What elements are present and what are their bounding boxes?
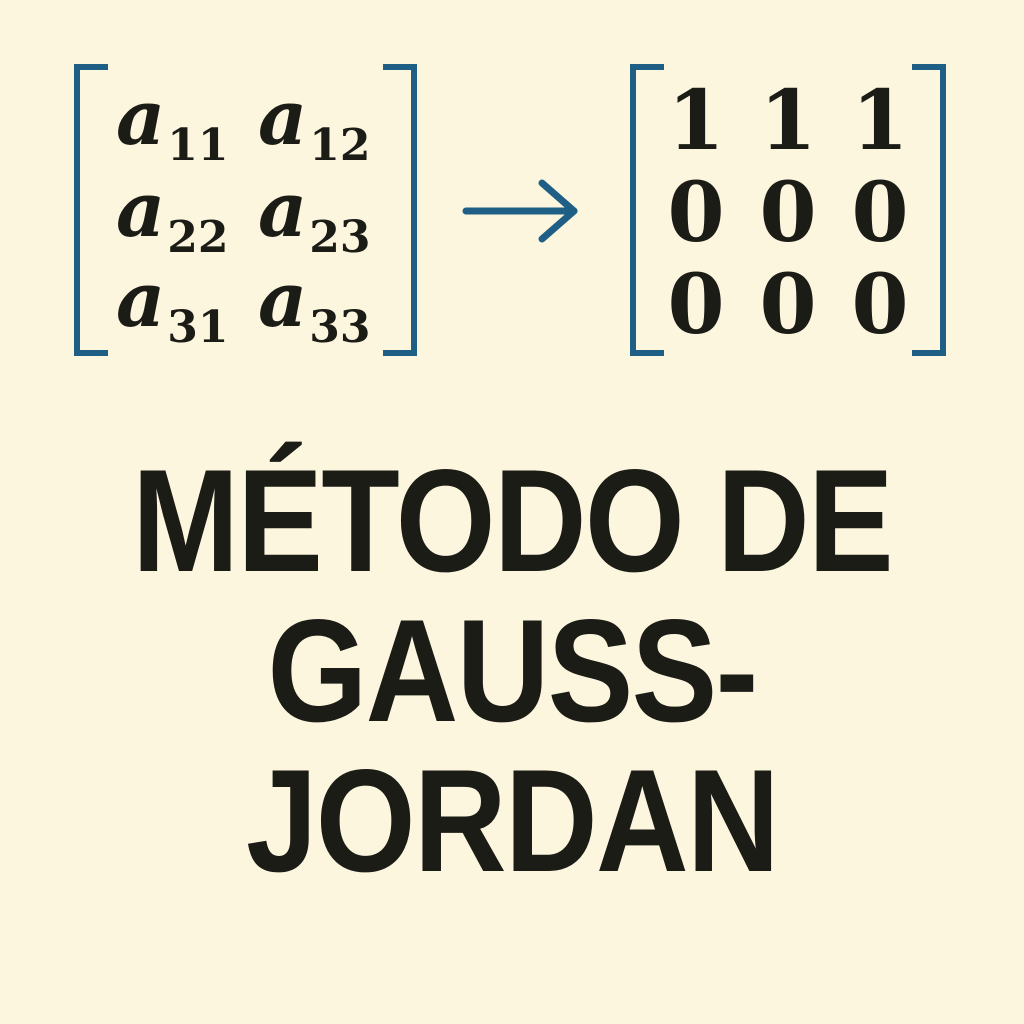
title-line: MÉTODO DE [132, 439, 894, 602]
left-matrix-right-bracket [383, 64, 417, 356]
matrix-value: 0 [759, 165, 817, 261]
entry-base: a [116, 165, 166, 254]
matrix-value: 0 [759, 257, 817, 353]
entry-base: a [258, 255, 308, 344]
entry-base: a [116, 73, 166, 162]
matrix-entry-a23: a23 [258, 172, 371, 264]
matrix-value: 0 [667, 165, 725, 261]
matrix-value: 1 [667, 73, 725, 169]
entry-subscript: 23 [309, 212, 371, 263]
matrix-value: 0 [851, 165, 909, 261]
title-line: JORDAN [246, 739, 780, 902]
entry-subscript: 11 [167, 120, 229, 171]
entry-base: a [258, 73, 308, 162]
entry-subscript: 33 [309, 302, 371, 353]
right-matrix-right-bracket [912, 64, 946, 356]
matrix-value: 0 [667, 257, 725, 353]
entry-subscript: 22 [167, 212, 229, 263]
left-matrix-left-bracket [74, 64, 108, 356]
entry-base: a [116, 255, 166, 344]
matrix-value: 1 [759, 73, 817, 169]
matrix-entry-a33: a33 [258, 262, 371, 354]
entry-base: a [258, 165, 308, 254]
matrix-entry-a11: a11 [116, 80, 229, 172]
right-arrow-icon [462, 179, 578, 243]
matrix-entry-a22: a22 [116, 172, 229, 264]
matrix-entry-a12: a12 [258, 80, 371, 172]
matrix-value: 0 [851, 257, 909, 353]
matrix-entry-a31: a31 [116, 262, 229, 354]
right-matrix-left-bracket [630, 64, 664, 356]
matrix-value: 1 [851, 73, 909, 169]
title-line: GAUSS- [267, 589, 758, 752]
entry-subscript: 31 [167, 302, 229, 353]
entry-subscript: 12 [309, 120, 371, 171]
